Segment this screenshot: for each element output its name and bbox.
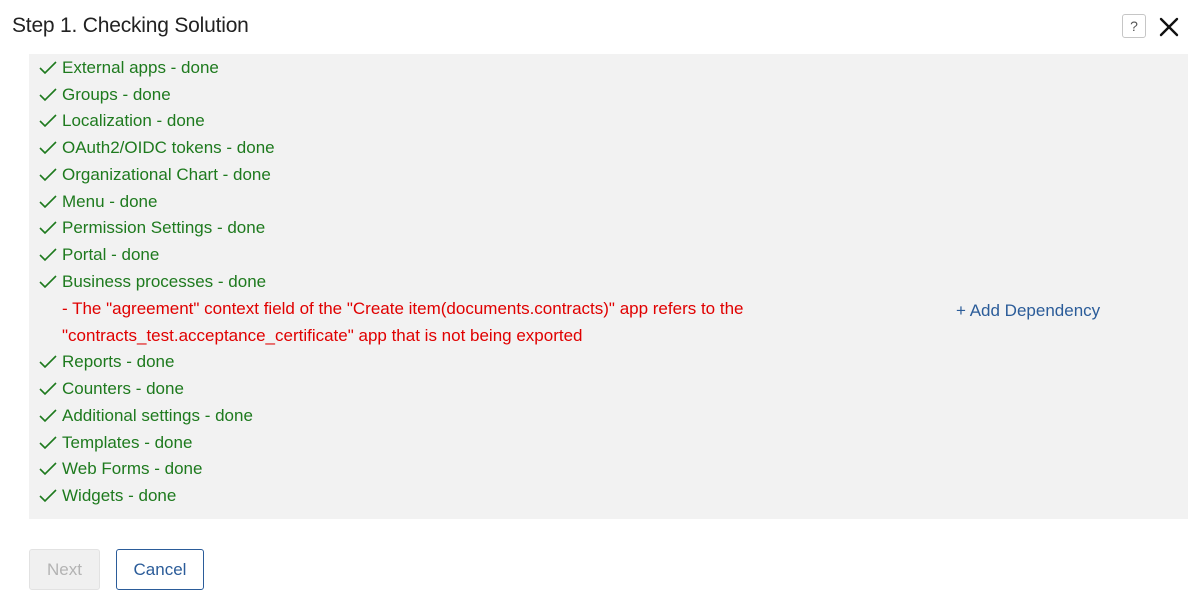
check-item-web-forms: Web Forms - done xyxy=(38,457,202,481)
error-message-line-1: - The "agreement" context field of the "… xyxy=(62,299,744,318)
check-item-groups: Groups - done xyxy=(38,83,171,107)
check-item-label: Localization - done xyxy=(62,111,205,130)
check-item-label: Web Forms - done xyxy=(62,459,203,478)
check-results-panel: External apps - done Groups - done Local… xyxy=(29,54,1188,519)
checkmark-icon xyxy=(39,88,57,102)
check-item-label: OAuth2/OIDC tokens - done xyxy=(62,138,275,157)
check-item-label: Counters - done xyxy=(62,379,184,398)
check-item-templates: Templates - done xyxy=(38,431,192,455)
checkmark-icon xyxy=(39,168,57,182)
close-icon xyxy=(1159,17,1179,37)
check-item-label: Portal - done xyxy=(62,245,160,264)
check-item-label: Groups - done xyxy=(62,85,171,104)
check-item-label: Additional settings - done xyxy=(62,406,253,425)
checkmark-icon xyxy=(39,114,57,128)
checkmark-icon xyxy=(39,248,57,262)
check-item-permission-settings: Permission Settings - done xyxy=(38,216,265,240)
checkmark-icon xyxy=(39,489,57,503)
close-button[interactable] xyxy=(1156,14,1182,40)
check-item-label: Organizational Chart - done xyxy=(62,165,271,184)
dialog-header: Step 1. Checking Solution ? xyxy=(12,12,1188,42)
dialog-title: Step 1. Checking Solution xyxy=(12,14,249,37)
check-item-reports: Reports - done xyxy=(38,350,174,374)
check-item-counters: Counters - done xyxy=(38,377,184,401)
checkmark-icon xyxy=(39,409,57,423)
check-item-label: Permission Settings - done xyxy=(62,218,266,237)
checkmark-icon xyxy=(39,436,57,450)
checkmark-icon xyxy=(39,195,57,209)
checking-solution-dialog: Step 1. Checking Solution ? External app… xyxy=(0,0,1200,594)
check-item-oauth-tokens: OAuth2/OIDC tokens - done xyxy=(38,136,275,160)
check-item-portal: Portal - done xyxy=(38,243,159,267)
check-item-localization: Localization - done xyxy=(38,109,205,133)
check-item-label: External apps - done xyxy=(62,58,219,77)
check-item-widgets: Widgets - done xyxy=(38,484,176,508)
next-button[interactable]: Next xyxy=(29,549,100,590)
help-icon: ? xyxy=(1130,18,1138,34)
checkmark-icon xyxy=(39,275,57,289)
check-item-additional-settings: Additional settings - done xyxy=(38,404,253,428)
check-item-label: Business processes - done xyxy=(62,272,267,291)
check-item-label: Menu - done xyxy=(62,192,158,211)
checkmark-icon xyxy=(39,382,57,396)
check-item-external-apps: External apps - done xyxy=(38,56,219,80)
check-item-label: Widgets - done xyxy=(62,486,177,505)
check-item-menu: Menu - done xyxy=(38,190,157,214)
check-item-org-chart: Organizational Chart - done xyxy=(38,163,271,187)
checkmark-icon xyxy=(39,462,57,476)
cancel-button[interactable]: Cancel xyxy=(116,549,204,590)
help-button[interactable]: ? xyxy=(1122,14,1146,38)
add-dependency-link[interactable]: + Add Dependency xyxy=(956,299,1100,323)
checkmark-icon xyxy=(39,61,57,75)
check-item-label: Templates - done xyxy=(62,433,193,452)
check-item-label: Reports - done xyxy=(62,352,175,371)
checkmark-icon xyxy=(39,355,57,369)
checkmark-icon xyxy=(39,141,57,155)
checkmark-icon xyxy=(39,221,57,235)
check-item-business-processes: Business processes - done xyxy=(38,270,266,294)
error-message-line-2: "contracts_test.acceptance_certificate" … xyxy=(62,326,583,345)
